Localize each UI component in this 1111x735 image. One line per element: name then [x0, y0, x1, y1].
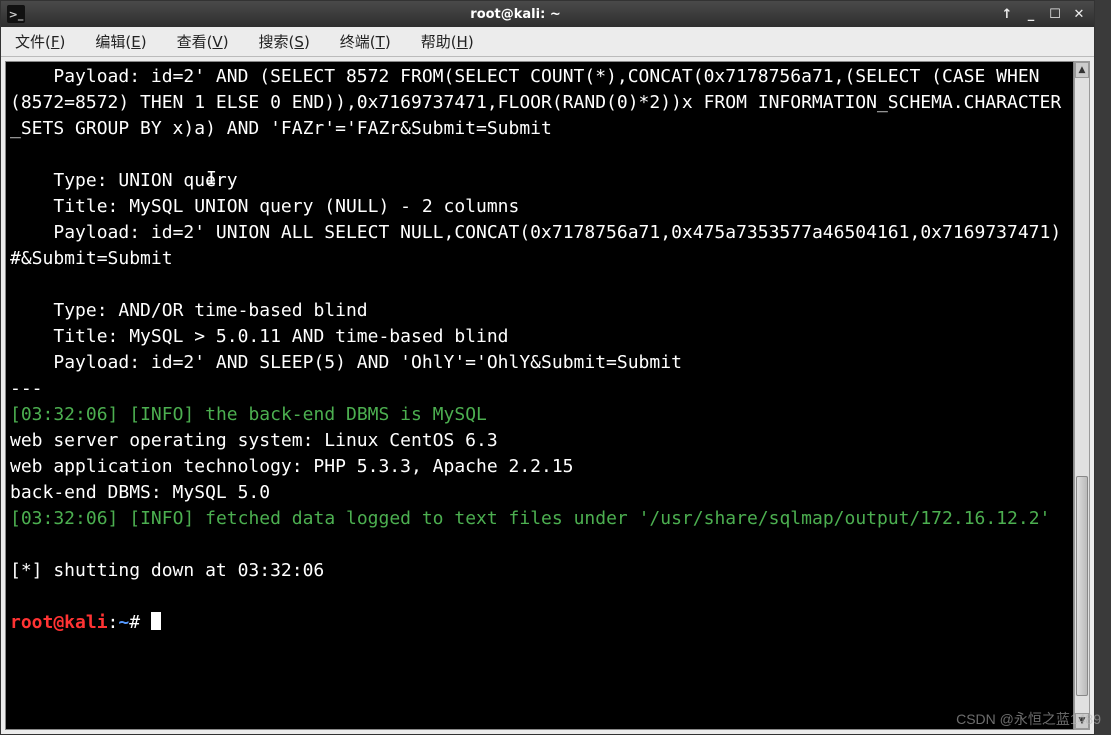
bracket-open: [ [129, 508, 140, 529]
menu-terminal[interactable]: 终端(T) [340, 31, 391, 52]
close-button[interactable]: ✕ [1070, 6, 1088, 22]
prompt-user: root@kali [10, 612, 108, 633]
dbms-message: the back-end DBMS is MySQL [205, 404, 487, 425]
os-line: web server operating system: Linux CentO… [10, 430, 498, 451]
payload-line-1: Payload: id=2' AND (SELECT 8572 FROM(SEL… [10, 66, 1061, 139]
minimize-button[interactable]: _ [1022, 6, 1040, 22]
blank-line [10, 534, 21, 555]
blank-line [10, 144, 21, 165]
maximize-button[interactable]: ☐ [1046, 6, 1064, 22]
terminal-output[interactable]: Payload: id=2' AND (SELECT 8572 FROM(SEL… [5, 61, 1074, 730]
dbms-line: back-end DBMS: MySQL 5.0 [10, 482, 270, 503]
bracket-open: [ [129, 404, 140, 425]
separator: --- [10, 378, 43, 399]
menu-view[interactable]: 查看(V) [177, 31, 229, 52]
prompt-line[interactable]: root@kali:~# [10, 612, 161, 633]
menu-help[interactable]: 帮助(H) [421, 31, 474, 52]
shutdown-line: [*] shutting down at 03:32:06 [10, 560, 324, 581]
prompt-sep: : [108, 612, 119, 633]
bracket-close: ] [183, 508, 205, 529]
title-time: Title: MySQL > 5.0.11 AND time-based bli… [10, 326, 509, 347]
fetched-message: fetched data logged to text files under … [205, 508, 1050, 529]
log-level-info: INFO [140, 404, 183, 425]
type-time: Type: AND/OR time-based blind [10, 300, 368, 321]
type-union: Type: UNION query [10, 170, 238, 191]
window-title: root@kali: ~ [33, 7, 998, 22]
menubar: 文件(F) 编辑(E) 查看(V) 搜索(S) 终端(T) 帮助(H) [1, 27, 1094, 57]
titlebar[interactable]: >_ root@kali: ~ ↑ _ ☐ ✕ [1, 1, 1094, 27]
window-controls: ↑ _ ☐ ✕ [998, 6, 1088, 22]
scrollbar[interactable]: ▲ ▼ [1074, 61, 1090, 730]
blank-line [10, 586, 21, 607]
scroll-up-icon[interactable]: ▲ [1075, 62, 1089, 78]
prompt-path: ~ [118, 612, 129, 633]
rollup-button[interactable]: ↑ [998, 6, 1016, 22]
timestamp-2: [03:32:06] [10, 508, 129, 529]
cursor-icon [151, 612, 161, 630]
terminal-app-icon: >_ [7, 5, 25, 23]
payload-union: Payload: id=2' UNION ALL SELECT NULL,CON… [10, 222, 1061, 269]
title-union: Title: MySQL UNION query (NULL) - 2 colu… [10, 196, 519, 217]
terminal-content-wrap: Payload: id=2' AND (SELECT 8572 FROM(SEL… [1, 57, 1094, 734]
prompt-hash: # [129, 612, 140, 633]
menu-file[interactable]: 文件(F) [15, 31, 65, 52]
text-cursor-icon: I [206, 166, 218, 186]
timestamp-1: [03:32:06] [10, 404, 129, 425]
payload-time: Payload: id=2' AND SLEEP(5) AND 'OhlY'='… [10, 352, 682, 373]
blank-line [10, 274, 21, 295]
terminal-window: >_ root@kali: ~ ↑ _ ☐ ✕ 文件(F) 编辑(E) 查看(V… [0, 0, 1095, 735]
watermark: CSDN @永恒之蓝1489 [956, 709, 1101, 729]
bracket-close: ] [183, 404, 205, 425]
tech-line: web application technology: PHP 5.3.3, A… [10, 456, 574, 477]
scrollbar-thumb[interactable] [1076, 476, 1088, 696]
menu-search[interactable]: 搜索(S) [259, 31, 310, 52]
log-level-info: INFO [140, 508, 183, 529]
menu-edit[interactable]: 编辑(E) [95, 31, 146, 52]
